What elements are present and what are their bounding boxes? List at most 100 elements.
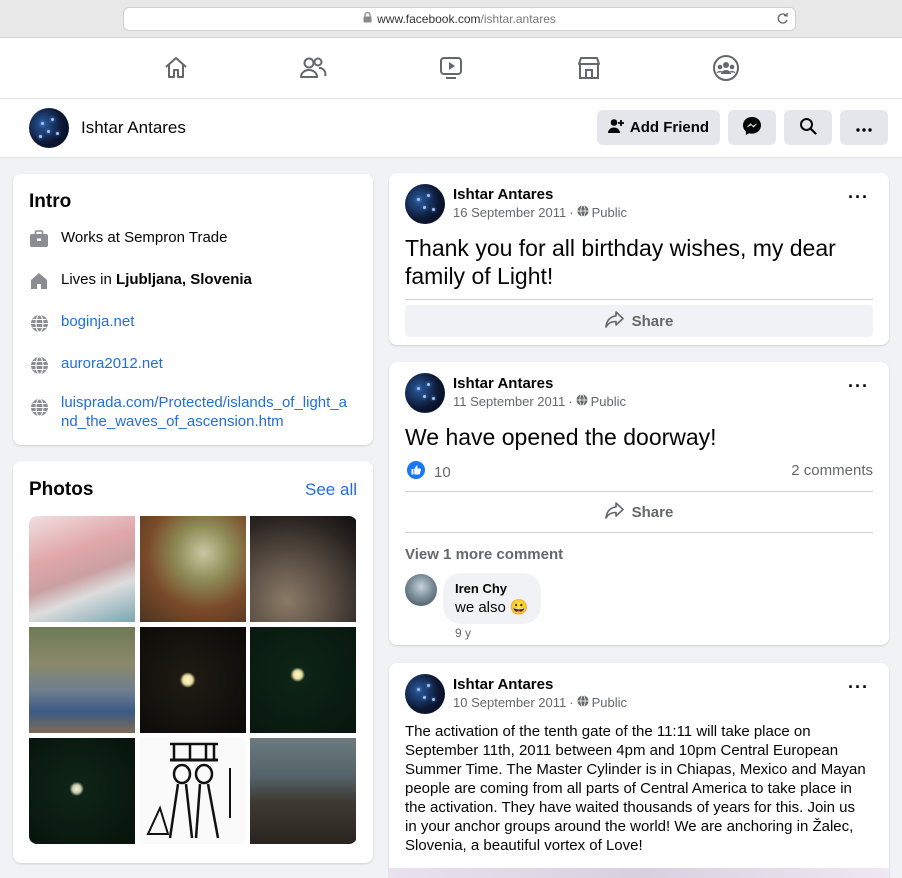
intro-title: Intro [29,191,72,212]
post-card-3: Ishtar Antares 10 September 2011 · Public… [389,663,889,878]
intro-link-1: boginja.net [29,313,134,333]
commenter-avatar[interactable] [405,574,437,606]
website-link-2[interactable]: aurora2012.net [61,355,163,372]
more-options-button[interactable] [840,110,888,145]
friends-icon[interactable] [297,52,329,84]
profile-name[interactable]: Ishtar Antares [81,118,186,138]
briefcase-icon [29,229,49,249]
share-icon [604,501,624,523]
view-more-comments-link[interactable]: View 1 more comment [405,546,563,563]
search-icon [799,117,817,139]
post-author[interactable]: Ishtar Antares [453,375,553,392]
post-options-icon[interactable]: ··· [848,188,869,206]
photos-title: Photos [29,479,94,500]
reload-icon[interactable] [776,12,789,28]
comment-author[interactable]: Iren Chy [455,581,529,596]
post-date[interactable]: 11 September 2011 [453,394,565,409]
post-avatar[interactable] [405,373,445,413]
post-avatar[interactable] [405,184,445,224]
lives-place[interactable]: Ljubljana, Slovenia [116,271,252,288]
post-card-2: Ishtar Antares 11 September 2011 · Public… [389,362,889,645]
browser-toolbar: www.facebook.com/ishtar.antares [0,0,902,38]
divider [405,532,873,533]
post-author[interactable]: Ishtar Antares [453,676,553,693]
share-icon [604,310,624,332]
post-text-line: September 11th, 2011 between 4pm and 10p… [405,742,839,759]
planet-surface-photo[interactable] [250,516,356,622]
top-navigation [0,38,902,99]
house-icon [29,271,49,291]
url-domain: www.facebook.com [377,12,481,26]
like-reaction-icon [407,461,425,483]
globe-icon [29,355,49,375]
website-link-3[interactable]: luisprada.com/Protected/islands_of_light… [61,393,347,431]
share-button[interactable]: Share [405,305,873,337]
post-text: We have opened the doorway! [405,424,717,450]
crescent-moon-photo[interactable] [29,738,135,844]
smiley-emoji: 😀 [509,599,529,616]
comment-bubble: Iren Chy we also 😀 [443,573,541,624]
intro-link-3: luisprada.com/Protected/islands_of_light… [29,393,347,431]
post-text-line2: family of Light! [405,263,554,289]
profile-avatar[interactable] [29,108,69,148]
post-text: Thank you for all birthday wishes, my de… [405,234,836,290]
groups-icon[interactable] [710,52,742,84]
post-author[interactable]: Ishtar Antares [453,186,553,203]
public-globe-icon [577,695,589,710]
more-icon [856,119,872,136]
see-all-link[interactable]: See all [305,480,357,500]
comment-age[interactable]: 9 y [455,626,471,640]
post-text-line1: Thank you for all birthday wishes, my de… [405,235,836,261]
post-date[interactable]: 10 September 2011 [453,695,566,710]
post-image[interactable] [389,868,889,878]
add-friend-label: Add Friend [629,119,710,136]
url-path: /ishtar.antares [480,12,556,26]
post-options-icon[interactable]: ··· [848,678,869,696]
post-text-line: the activation. They have waited thousan… [405,799,855,816]
globe-icon [29,313,49,333]
address-bar[interactable]: www.facebook.com/ishtar.antares [123,7,796,31]
share-button[interactable]: Share [405,496,873,528]
work-place: Sempron Trade [124,229,228,246]
post-text-line: The activation of the tenth gate of the … [405,723,811,740]
divider [405,491,873,492]
add-friend-button[interactable]: Add Friend [597,110,720,145]
lives-prefix: Lives in [61,271,117,288]
divider [405,299,873,300]
messenger-button[interactable] [728,110,776,145]
post-privacy: Public [591,205,627,220]
eclipse-photo-2[interactable] [250,627,356,733]
website-link-1[interactable]: boginja.net [61,313,134,330]
painting-women-photo[interactable] [140,516,246,622]
globe-icon [29,397,49,417]
share-label: Share [631,312,674,330]
temple-scene-photo[interactable] [250,738,356,844]
add-friend-icon [607,118,624,138]
egyptian-drawing-photo[interactable] [140,738,246,844]
post-meta: 10 September 2011 · Public [453,695,627,710]
post-options-icon[interactable]: ··· [848,377,869,395]
search-button[interactable] [784,110,832,145]
post-privacy: Public [591,695,627,710]
photos-card: Photos See all [13,461,373,863]
post-date[interactable]: 16 September 2011 [453,205,566,220]
reactions-summary[interactable]: 10 [407,461,451,483]
work-prefix: Works at [61,229,125,246]
watch-icon[interactable] [435,52,467,84]
photo-grid [29,516,357,844]
messenger-icon [742,116,762,140]
post-avatar[interactable] [405,674,445,714]
website-link-3-line2: nd_the_waves_of_ascension.htm [61,413,284,430]
home-icon[interactable] [160,52,192,84]
intro-work: Works at Sempron Trade [29,229,227,249]
post-text-line: Slovenia, a beautiful vortex of Love! [405,837,643,854]
website-link-3-line1: luisprada.com/Protected/islands_of_light… [61,394,348,411]
post-meta: 16 September 2011 · Public [453,205,627,220]
couple-under-tree-photo[interactable] [29,627,135,733]
intro-lives: Lives in Ljubljana, Slovenia [29,271,252,291]
comment-count[interactable]: 2 comments [791,462,873,479]
eclipse-photo-1[interactable] [140,627,246,733]
lock-icon [363,11,372,26]
marketplace-icon[interactable] [573,52,605,84]
pink-crystals-photo[interactable] [29,516,135,622]
